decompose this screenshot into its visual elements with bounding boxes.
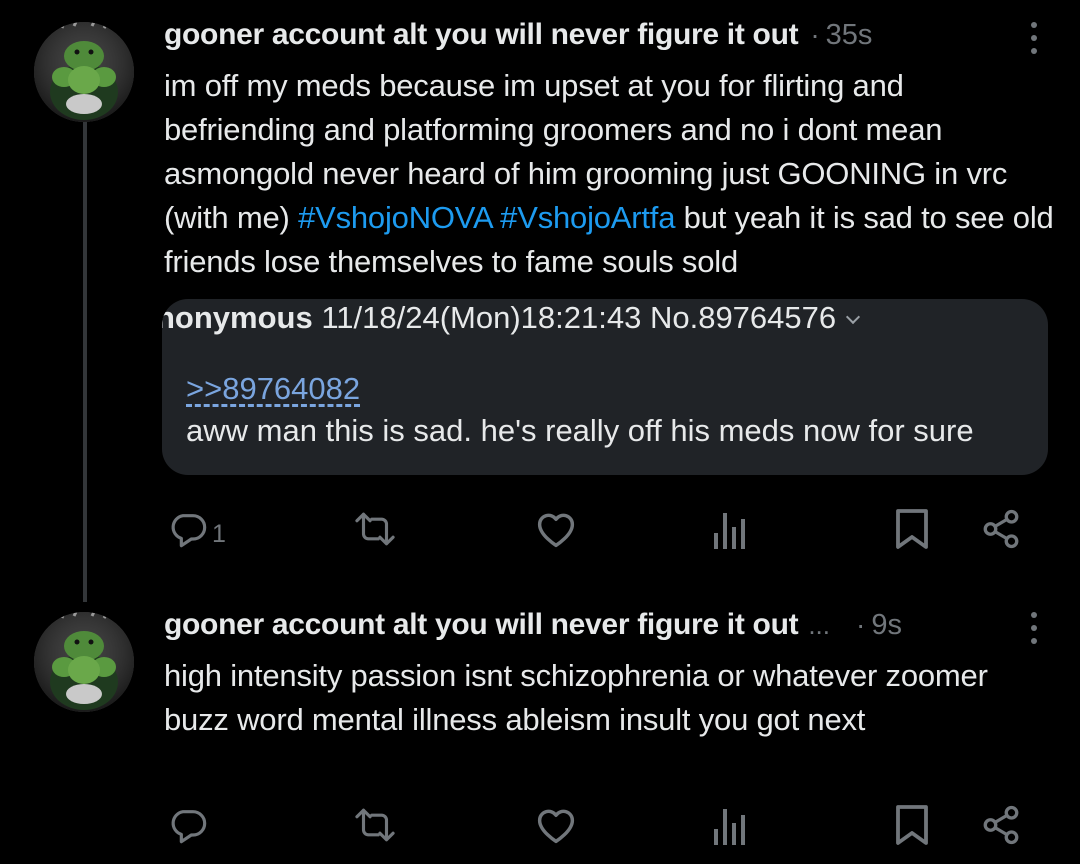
separator-dot: · — [810, 19, 820, 50]
quote-reply-link: >>89764082 — [186, 371, 361, 406]
quote-author: nonymous — [162, 300, 313, 335]
post-text: im off my meds because im upset at you f… — [164, 64, 1054, 284]
repost-icon — [355, 808, 395, 842]
author-name[interactable]: gooner account alt you will never figure… — [164, 18, 799, 52]
name-truncation: ... — [808, 610, 830, 640]
post-header: gooner account alt you will never figure… — [164, 18, 1050, 58]
views-icon — [714, 513, 745, 549]
post-text: high intensity passion isnt schizophreni… — [164, 658, 988, 737]
quote-header: nonymous 11/18/24(Mon)18:21:43 No.897645… — [162, 300, 861, 335]
avatar[interactable] — [34, 612, 134, 712]
views-button[interactable] — [712, 800, 748, 850]
reply-icon — [171, 810, 207, 844]
action-bar: 1 — [0, 504, 1080, 554]
more-options-icon[interactable] — [1028, 22, 1040, 58]
avatar[interactable] — [34, 22, 134, 122]
frog-avatar-icon — [34, 22, 134, 122]
share-icon — [983, 805, 1019, 845]
separator-dot: · — [855, 609, 866, 640]
hashtag-link[interactable]: #VshojoNOVA — [298, 200, 492, 235]
quote-body: aww man this is sad. he's really off his… — [186, 413, 974, 448]
views-button[interactable] — [712, 504, 748, 554]
more-options-icon[interactable] — [1028, 612, 1040, 648]
frog-avatar-icon — [34, 612, 134, 712]
heart-icon — [537, 809, 575, 844]
timestamp[interactable]: 35s — [826, 19, 873, 52]
bookmark-button[interactable] — [894, 504, 930, 554]
post-header: gooner account alt you will never figure… — [164, 608, 1050, 648]
reply-icon — [171, 514, 207, 548]
action-bar — [0, 800, 1080, 850]
like-button[interactable] — [534, 800, 578, 850]
quote-meta: 11/18/24(Mon)18:21:43 No.89764576 — [321, 300, 837, 335]
heart-icon — [537, 513, 575, 548]
chevron-down-icon — [846, 309, 861, 325]
share-button[interactable] — [980, 800, 1022, 850]
bookmark-icon — [896, 805, 928, 845]
repost-button[interactable] — [352, 504, 398, 554]
post[interactable]: gooner account alt you will never figure… — [0, 590, 1080, 864]
share-button[interactable] — [980, 504, 1022, 554]
attached-image[interactable]: nonymous 11/18/24(Mon)18:21:43 No.897645… — [162, 299, 1048, 475]
views-icon — [714, 809, 745, 845]
reply-button[interactable] — [168, 800, 208, 850]
bookmark-icon — [896, 509, 928, 549]
author-name[interactable]: gooner account alt you will never figure… — [164, 608, 799, 642]
repost-button[interactable] — [352, 800, 398, 850]
timestamp[interactable]: 9s — [871, 609, 902, 642]
hashtag-link[interactable]: #VshojoArtfa — [500, 200, 675, 235]
bookmark-button[interactable] — [894, 800, 930, 850]
post[interactable]: gooner account alt you will never figure… — [0, 0, 1080, 602]
like-button[interactable] — [534, 504, 578, 554]
share-icon — [983, 509, 1019, 549]
reply-button[interactable]: 1 — [168, 504, 226, 554]
reply-count: 1 — [212, 519, 226, 548]
repost-icon — [355, 512, 395, 546]
